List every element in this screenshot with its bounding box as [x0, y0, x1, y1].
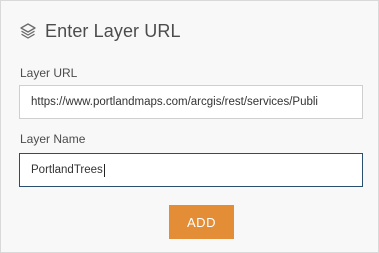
- text-cursor: [103, 163, 105, 177]
- layers-icon: [20, 23, 36, 39]
- layer-name-input[interactable]: PortlandTrees: [19, 153, 363, 187]
- layer-name-value: PortlandTrees: [31, 164, 103, 176]
- layer-url-input[interactable]: https://www.portlandmaps.com/arcgis/rest…: [19, 85, 363, 119]
- panel-header: Enter Layer URL: [19, 19, 181, 43]
- layer-url-label: Layer URL: [20, 66, 78, 80]
- add-button[interactable]: ADD: [169, 205, 234, 239]
- panel-title: Enter Layer URL: [45, 20, 181, 41]
- layer-name-label: Layer Name: [20, 132, 86, 146]
- add-layer-panel: Enter Layer URL Layer URL https://www.po…: [0, 0, 379, 253]
- layer-url-value: https://www.portlandmaps.com/arcgis/rest…: [31, 96, 318, 108]
